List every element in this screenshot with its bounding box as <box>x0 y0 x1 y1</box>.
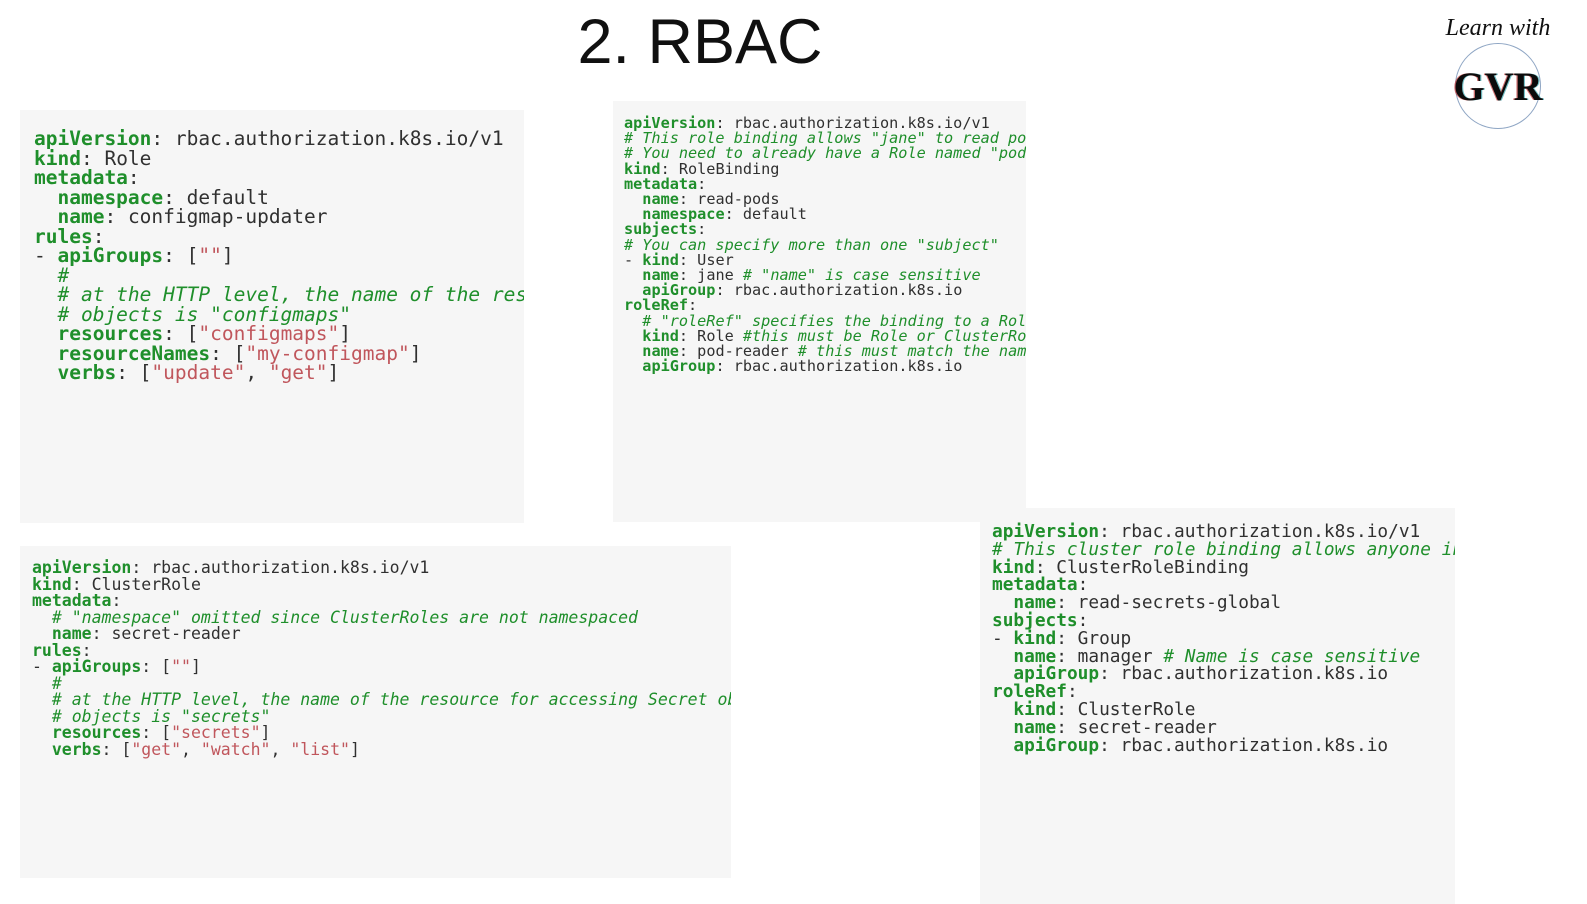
code-token-str: "get" <box>268 361 328 384</box>
role-yaml-code: apiVersion: rbac.authorization.k8s.io/v1… <box>34 129 524 383</box>
code-token-plain: rbac.authorization.k8s.io <box>1120 734 1389 756</box>
code-token-punc: ] <box>409 341 422 365</box>
code-token-punc: : <box>715 281 734 300</box>
code-token-punc: ] <box>327 361 340 384</box>
code-token-punc: : <box>104 205 128 228</box>
code-token-key: apiGroup <box>642 357 716 376</box>
code-token-punc: : <box>724 205 743 224</box>
brand-mark: GVR <box>1453 63 1543 109</box>
code-token-punc: , <box>270 739 291 759</box>
code-token-punc: : <box>91 624 112 643</box>
code-token-plain: rbac.authorization.k8s.io <box>1120 663 1389 685</box>
code-token-str: "watch" <box>200 739 271 759</box>
code-token-str: "update" <box>151 361 246 384</box>
role-yaml-block: apiVersion: rbac.authorization.k8s.io/v1… <box>20 110 524 523</box>
brand-tagline: Learn with <box>1445 15 1551 41</box>
code-token-punc: , <box>245 361 269 384</box>
brand-circle-icon: GVR <box>1453 43 1543 129</box>
code-token-plain: secret-reader <box>111 624 241 643</box>
code-line: apiGroup: rbac.authorization.k8s.io <box>992 734 1455 756</box>
code-token-str: "list" <box>290 739 350 759</box>
code-token-punc: : <box>715 357 734 376</box>
code-token-key: apiGroups <box>51 657 142 676</box>
code-line: apiGroup: rbac.authorization.k8s.io <box>624 359 1026 374</box>
code-token-key: verbs <box>57 361 117 384</box>
code-token-plain: default <box>742 205 807 224</box>
clusterrolebinding-yaml-block: apiVersion: rbac.authorization.k8s.io/v1… <box>980 508 1455 904</box>
code-token-punc: ] <box>349 739 360 759</box>
code-token-punc: : <box>1099 663 1121 685</box>
code-token-plain: rbac.authorization.k8s.io <box>733 357 963 376</box>
code-token-punc: : [ <box>141 657 172 676</box>
code-token-punc: : [ <box>116 361 152 384</box>
clusterrole-yaml-code: apiVersion: rbac.authorization.k8s.io/v1… <box>32 559 731 759</box>
code-token-str: "" <box>171 657 191 676</box>
code-token-str: "get" <box>131 739 182 759</box>
code-line: verbs: ["update", "get"] <box>34 363 524 383</box>
code-line: kind: ClusterRole <box>32 576 731 594</box>
code-token-punc: ] <box>190 657 201 676</box>
code-token-key: apiGroups <box>57 244 164 267</box>
rolebinding-yaml-code: apiVersion: rbac.authorization.k8s.io/v1… <box>624 115 1026 374</box>
code-token-key: verbs <box>51 739 102 759</box>
code-token-plain: rbac.authorization.k8s.io <box>733 281 963 300</box>
code-token-punc: : [ <box>101 739 132 759</box>
code-token-punc: , <box>181 739 201 759</box>
code-token-plain: read-secrets-global <box>1077 592 1282 614</box>
page-title: 2. RBAC <box>577 7 823 77</box>
code-token-punc: : [ <box>163 244 199 267</box>
clusterrole-yaml-block: apiVersion: rbac.authorization.k8s.io/v1… <box>20 546 731 878</box>
code-token-key: apiGroup <box>1013 734 1100 756</box>
code-token-punc: ] <box>221 244 234 267</box>
code-token-plain: rbac.authorization.k8s.io/v1 <box>174 127 504 150</box>
code-token-punc: : <box>151 127 175 150</box>
code-line: name: configmap-updater <box>34 207 524 227</box>
code-line: verbs: ["get", "watch", "list"] <box>32 739 731 759</box>
rolebinding-yaml-block: apiVersion: rbac.authorization.k8s.io/v1… <box>613 101 1026 522</box>
code-token-str: "" <box>198 244 222 267</box>
clusterrolebinding-yaml-code: apiVersion: rbac.authorization.k8s.io/v1… <box>992 523 1455 754</box>
brand-logo: Learn with GVR <box>1423 16 1573 129</box>
code-line: - apiGroups: [""] <box>32 657 731 676</box>
code-token-punc: : <box>1099 734 1121 756</box>
code-line: name: secret-reader <box>32 624 731 643</box>
code-token-plain: configmap-updater <box>127 205 328 228</box>
code-line: - apiGroups: [""] <box>34 246 524 266</box>
